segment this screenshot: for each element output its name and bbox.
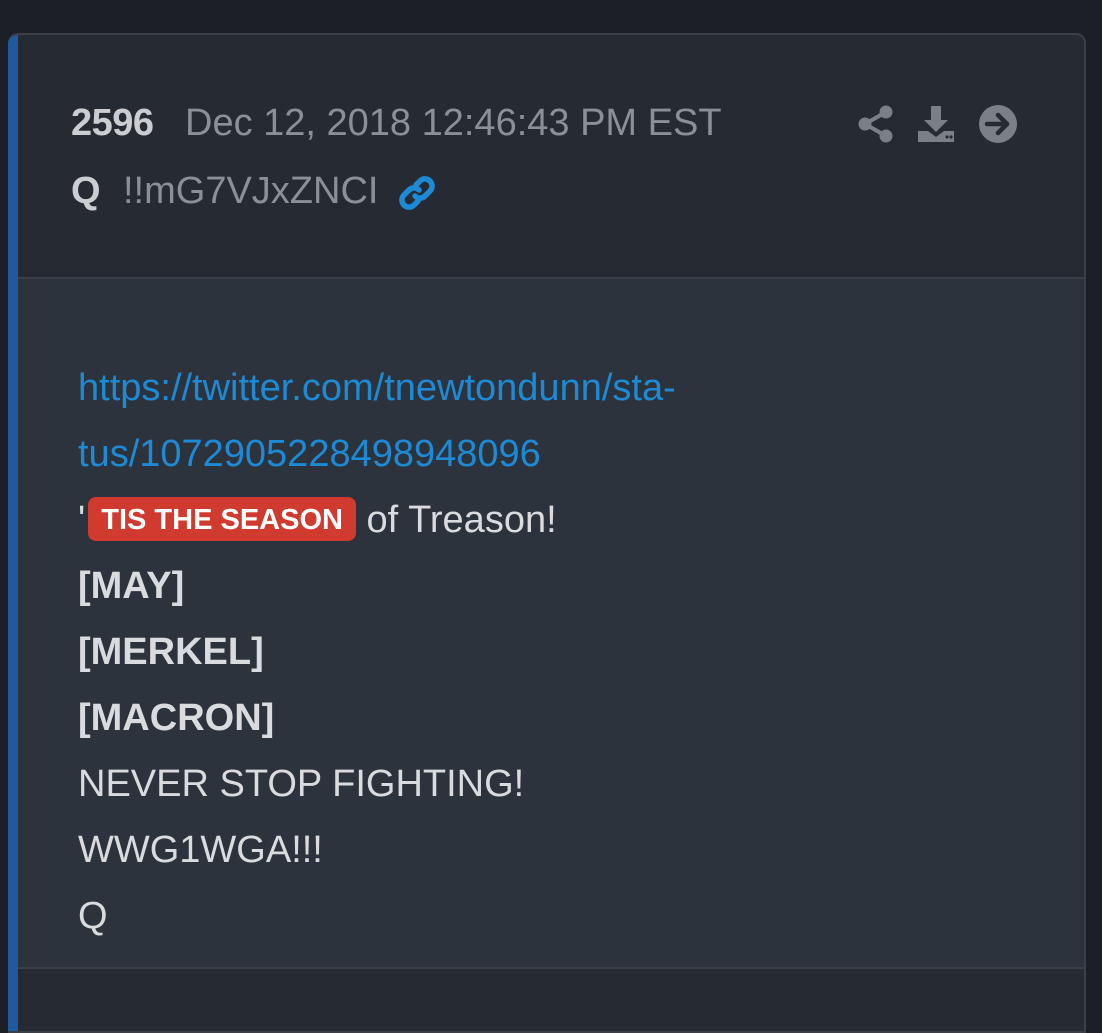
- line-may: [MAY]: [78, 565, 185, 607]
- share-icon[interactable]: [856, 104, 896, 144]
- season-badge: TIS THE SEASON: [88, 497, 356, 541]
- post-accent-bar: [8, 35, 18, 1031]
- line-never-stop: NEVER STOP FIGHTING!: [78, 763, 525, 805]
- post-card: 2596 Dec 12, 2018 12:46:43 PM EST Q !!mG…: [8, 33, 1086, 1033]
- post-tripcode: !!mG7VJxZNCI: [123, 170, 379, 212]
- line-merkel: [MERKEL]: [78, 631, 264, 673]
- tweet-link-line1[interactable]: https://twitter.com/tnewtondunn/sta-: [78, 367, 676, 409]
- link-icon[interactable]: [396, 172, 438, 214]
- post-footer: [18, 969, 1084, 1031]
- arrow-circle-right-icon[interactable]: [978, 104, 1018, 144]
- line-wwg1wga: WWG1WGA!!!: [78, 829, 323, 871]
- tweet-link[interactable]: https://twitter.com/tnewtondunn/sta-: [78, 365, 676, 411]
- download-icon[interactable]: [916, 104, 956, 144]
- signature: Q: [78, 895, 108, 937]
- post-author: Q: [71, 170, 101, 212]
- post-date: Dec 12, 2018 12:46:43 PM EST: [185, 102, 722, 144]
- tweet-link-cont[interactable]: tus/1072905228498948096: [78, 431, 541, 477]
- post-header: 2596 Dec 12, 2018 12:46:43 PM EST Q !!mG…: [18, 35, 1084, 278]
- season-line: ' TIS THE SEASON of Treason!: [78, 497, 557, 543]
- season-suffix: of Treason!: [355, 499, 557, 541]
- post-number[interactable]: 2596: [71, 102, 154, 145]
- line-macron: [MACRON]: [78, 697, 275, 739]
- post-body: https://twitter.com/tnewtondunn/sta- tus…: [18, 279, 1084, 967]
- tweet-link-line2[interactable]: tus/1072905228498948096: [78, 433, 541, 475]
- season-prefix: ': [78, 499, 86, 541]
